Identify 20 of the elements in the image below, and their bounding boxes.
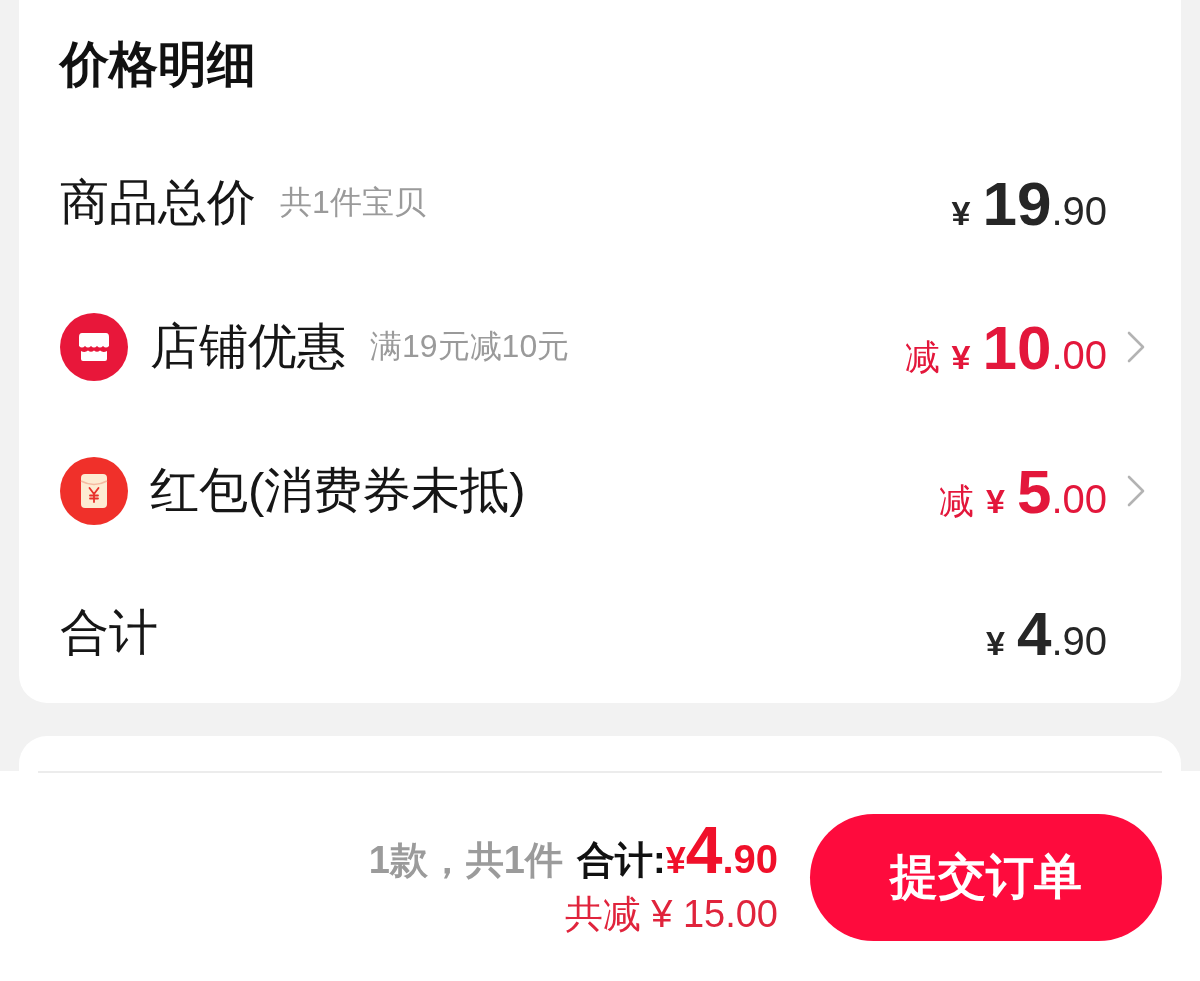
- item-count: 1款，共1件: [368, 841, 563, 879]
- chevron-right-icon[interactable]: [1127, 331, 1145, 363]
- price-amount: ¥ 19.90: [951, 167, 1107, 239]
- total-amount: ¥4.90: [665, 817, 778, 883]
- storefront-icon: [60, 313, 128, 381]
- section-title: 价格明细: [60, 36, 256, 93]
- chevron-right-icon[interactable]: [1127, 475, 1145, 507]
- row-label: 商品总价: [60, 174, 256, 231]
- savings-text: 共减 ¥ 15.00: [564, 892, 778, 937]
- total-label: 合计:: [577, 841, 666, 879]
- price-amount: ¥ 4.90: [986, 597, 1107, 669]
- discount-amount: 减 ¥ 10.00: [904, 311, 1107, 383]
- submit-order-button[interactable]: 提交订单: [810, 813, 1162, 941]
- row-note: 满19元减10元: [370, 327, 570, 366]
- row-label: 红包(消费券未抵): [150, 462, 526, 519]
- envelope-icon: [60, 457, 128, 525]
- row-label: 合计: [60, 604, 158, 661]
- row-label: 店铺优惠: [150, 318, 346, 375]
- discount-amount: 减 ¥ 5.00: [939, 455, 1107, 527]
- row-note: 共1件宝贝: [280, 183, 426, 222]
